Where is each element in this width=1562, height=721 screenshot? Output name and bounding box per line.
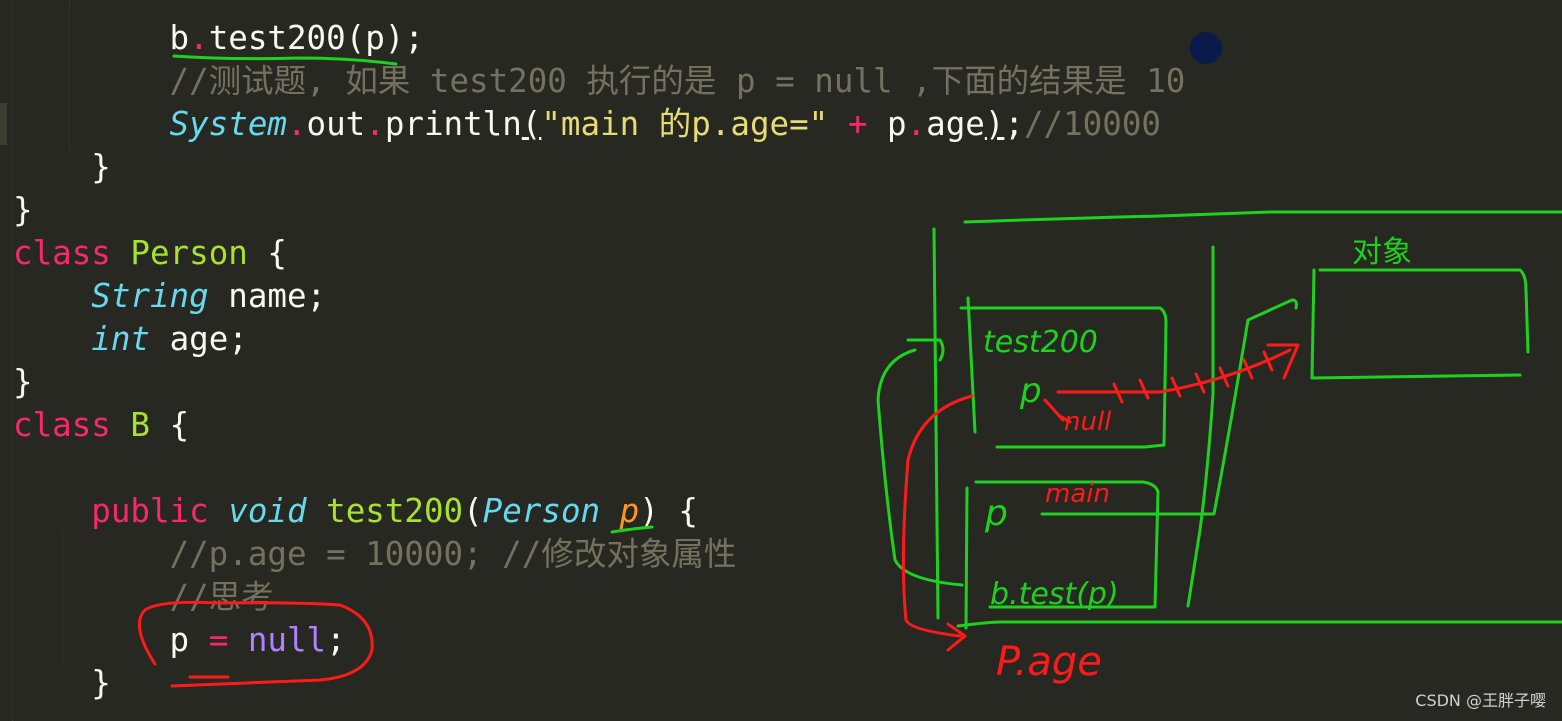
label-frame-test200: test200 bbox=[983, 325, 1098, 360]
label-main: main bbox=[1045, 479, 1110, 509]
underline-call bbox=[172, 54, 398, 66]
stack-top-border bbox=[963, 210, 1562, 224]
label-test200-p: p bbox=[1019, 371, 1042, 411]
stack-left-border bbox=[932, 227, 940, 620]
label-main-call: b.test(p) bbox=[990, 577, 1119, 612]
circle-null bbox=[137, 600, 374, 688]
underline-param bbox=[610, 525, 654, 534]
stack-divider bbox=[1186, 245, 1215, 608]
heap-object-box bbox=[1310, 268, 1530, 380]
label-main-p: p bbox=[984, 493, 1008, 534]
cross-marks bbox=[1112, 350, 1274, 404]
stack-bottom-border bbox=[956, 620, 1562, 628]
watermark: CSDN @王胖子嘤 bbox=[1415, 691, 1546, 710]
label-heap-object: 对象 bbox=[1352, 235, 1412, 270]
handwritten-annotations: test200 p null p main b.test(p) 对象 P.age bbox=[137, 54, 1562, 688]
call-bracket bbox=[876, 338, 964, 587]
label-output: P.age bbox=[996, 639, 1102, 685]
